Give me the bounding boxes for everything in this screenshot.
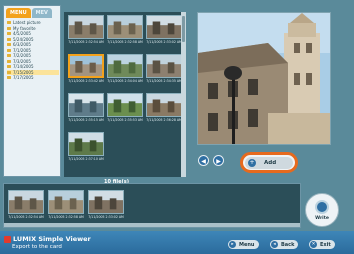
thumbnail[interactable]: 7/11/2005 2:33:02 AM: [146, 15, 182, 51]
tab-bar: MENU MEV: [6, 8, 52, 18]
disc-icon: [315, 199, 329, 214]
folder-icon: [7, 43, 11, 47]
menu-button-label: Menu: [239, 241, 255, 248]
app-window: MENU MEV Latest picture My favorite 4/5/20…: [0, 0, 354, 254]
folder-label: 4/5/2005: [13, 31, 31, 37]
thumbnail-caption: 7/11/2005 2:33:42 AM: [68, 79, 104, 83]
thumbnail-image: [68, 132, 104, 156]
next-button[interactable]: ▶: [213, 155, 224, 166]
prev-button[interactable]: ◀: [198, 155, 209, 166]
folder-list: Latest picture My favorite 4/5/2005 5/24/20…: [7, 20, 59, 81]
lumix-logo-icon: [4, 235, 11, 243]
exit-button-label: Exit: [320, 241, 331, 248]
folder-icon: [7, 32, 11, 36]
thumbnail[interactable]: 7/11/2005 2:37:10 AM: [68, 132, 104, 168]
add-button-inner: + Add: [245, 156, 293, 169]
thumbnail[interactable]: 7/11/2005 2:32:58 AM: [107, 15, 143, 51]
strip-thumbnail-image: [8, 190, 44, 214]
folder-label: 7/1/2005: [13, 47, 31, 53]
thumbnail[interactable]: 7/11/2005 2:36:28 AM: [146, 93, 182, 129]
exit-button[interactable]: ✕ Exit: [309, 240, 335, 249]
thumbnail[interactable]: 7/11/2005 2:34:04 AM: [107, 54, 143, 90]
folder-icon: [7, 76, 11, 80]
strip-thumbnail[interactable]: 7/11/2005 2:33:02 AM: [88, 190, 124, 226]
tab-mev[interactable]: MEV: [31, 8, 52, 18]
folder-icon: [7, 70, 11, 74]
scrollbar-thumb[interactable]: [182, 16, 185, 42]
thumbnail-image: [146, 54, 182, 78]
back-button-label: Back: [281, 241, 295, 248]
folder-label: 7/14/2005: [13, 64, 34, 70]
folder-label: 7/2/2005: [13, 53, 31, 59]
thumbnail[interactable]: 7/11/2005 2:34:35 AM: [146, 54, 182, 90]
folder-icon: [7, 21, 11, 25]
thumbnail[interactable]: 7/11/2005 2:32:54 AM: [68, 15, 104, 51]
folder-item[interactable]: 7/17/2005: [7, 75, 59, 81]
tab-menu[interactable]: MENU: [6, 8, 31, 18]
exit-icon: ✕: [310, 241, 317, 248]
thumbnail-caption: 7/11/2005 2:32:58 AM: [107, 40, 143, 44]
folder-icon: [7, 54, 11, 58]
thumbnail-image: [146, 15, 182, 39]
back-icon: ◂: [271, 241, 278, 248]
folder-label: Latest picture: [13, 20, 41, 26]
folder-label: 7/17/2005: [13, 75, 34, 81]
thumbnail-caption: 7/11/2005 2:34:04 AM: [107, 79, 143, 83]
folder-label: My favorite: [13, 25, 36, 31]
thumbnail-caption: 7/11/2005 2:37:10 AM: [68, 157, 104, 161]
thumbnail-caption: 7/11/2005 2:36:28 AM: [146, 118, 182, 122]
folder-label: 6/3/2005: [13, 42, 31, 48]
thumbnail-caption: 7/11/2005 2:35:15 AM: [68, 118, 104, 122]
back-button[interactable]: ◂ Back: [270, 240, 299, 249]
folder-icon: [7, 48, 11, 52]
strip-thumbnail[interactable]: 7/11/2005 2:32:58 AM: [48, 190, 84, 226]
strip-thumbnail-caption: 7/11/2005 2:32:58 AM: [48, 215, 84, 219]
strip-thumbnail-caption: 7/11/2005 2:33:02 AM: [88, 215, 124, 219]
plus-icon: +: [248, 158, 256, 167]
folder-label: 7/15/2005: [13, 69, 34, 75]
app-logo: LUMIX Simple Viewer: [4, 235, 91, 243]
screen-subtitle: Export to the card: [12, 244, 62, 250]
thumbnail-scrollbar[interactable]: [181, 12, 186, 177]
thumbnail-caption: 7/11/2005 2:33:02 AM: [146, 40, 182, 44]
strip-thumbnail-image: [48, 190, 84, 214]
folder-icon: [7, 37, 11, 41]
app-name: LUMIX Simple Viewer: [13, 235, 91, 243]
selected-strip: 7/11/2005 2:32:54 AM 7/11/2005 2:32:58 AM…: [3, 183, 301, 228]
strip-thumbnail-caption: 7/11/2005 2:32:54 AM: [8, 215, 44, 219]
photo-preview: [197, 12, 331, 145]
folder-icon: [7, 59, 11, 63]
thumbnail-image: [107, 15, 143, 39]
thumbnail-panel: 7/11/2005 2:32:54 AM 7/11/2005 2:32:58 AM…: [64, 12, 186, 185]
footer-bar: LUMIX Simple Viewer Export to the card ▸…: [0, 231, 354, 254]
strip-thumbnail-image: [88, 190, 124, 214]
menu-icon: ▸: [229, 241, 236, 248]
folder-icon: [7, 26, 11, 30]
write-button[interactable]: Write: [305, 193, 339, 227]
thumbnail-image: [107, 54, 143, 78]
thumbnail-caption: 7/11/2005 2:35:53 AM: [107, 118, 143, 122]
add-button-label: Add: [264, 159, 277, 166]
strip-thumbnail[interactable]: 7/11/2005 2:32:54 AM: [8, 190, 44, 226]
write-button-label: Write: [315, 215, 329, 221]
menu-button[interactable]: ▸ Menu: [228, 240, 259, 249]
thumbnail[interactable]: 7/11/2005 2:35:15 AM: [68, 93, 104, 129]
folder-label: 7/3/2005: [13, 58, 31, 64]
folder-icon: [7, 65, 11, 69]
thumbnail[interactable]: 7/11/2005 2:33:42 AM: [68, 54, 104, 90]
folder-panel: MENU MEV Latest picture My favorite 4/5/20…: [3, 5, 61, 177]
thumbnail-image: [68, 54, 104, 78]
thumbnail-image: [68, 93, 104, 117]
preview-image: [198, 13, 330, 144]
folder-label: 5/24/2005: [13, 36, 34, 42]
thumbnail-caption: 7/11/2005 2:34:35 AM: [146, 79, 182, 83]
thumbnail-image: [107, 93, 143, 117]
thumbnail[interactable]: 7/11/2005 2:35:53 AM: [107, 93, 143, 129]
thumbnail-image: [146, 93, 182, 117]
thumbnail-caption: 7/11/2005 2:32:54 AM: [68, 40, 104, 44]
add-button[interactable]: + Add: [240, 152, 298, 173]
thumbnail-image: [68, 15, 104, 39]
